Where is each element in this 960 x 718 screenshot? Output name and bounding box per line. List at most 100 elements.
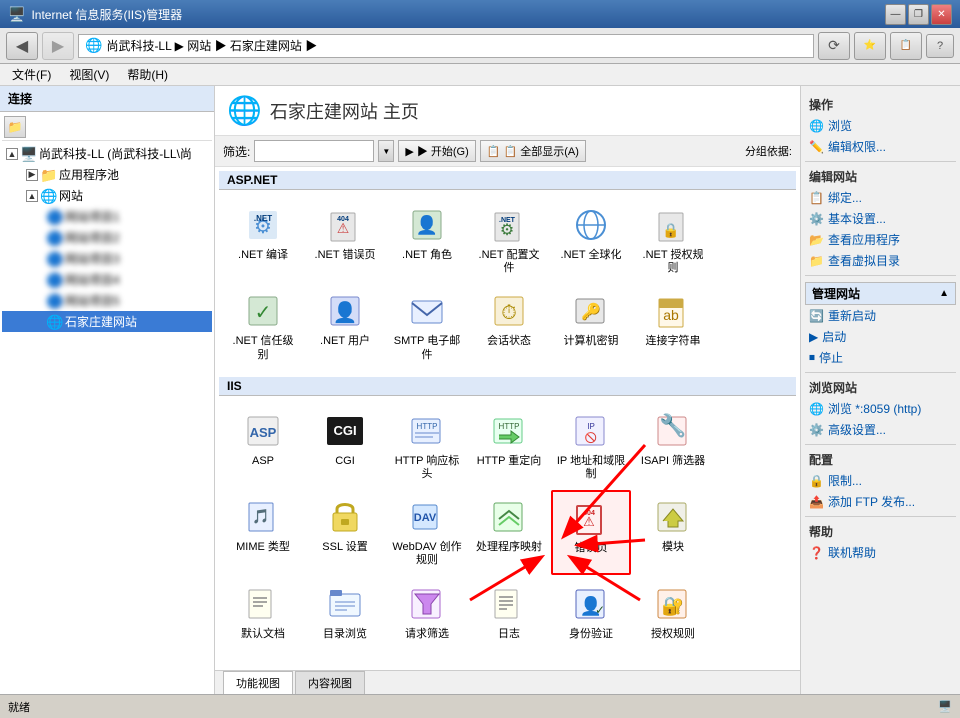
address-path: 尚武科技-LL ▶ 网站 ▶ 石家庄建网站 ▶ xyxy=(106,37,317,54)
icon-net-global[interactable]: .NET 全球化 xyxy=(551,198,631,282)
icon-session[interactable]: ⏱ 会话状态 xyxy=(469,284,549,368)
root-expand[interactable]: ▲ xyxy=(6,148,18,160)
apppool-expand[interactable]: ▶ xyxy=(26,169,38,181)
site4-icon: 🔵 xyxy=(46,272,62,288)
menu-help[interactable]: 帮助(H) xyxy=(119,64,176,85)
icon-net-compile[interactable]: ⚙ .NET .NET 编译 xyxy=(223,198,303,282)
net-auth-label: .NET 授权规则 xyxy=(638,249,708,275)
svg-text:👤: 👤 xyxy=(416,214,438,235)
sidebar-item-site4[interactable]: 🔵 网站项目4 xyxy=(2,269,212,290)
action-view-vdir[interactable]: 📁 查看虚拟目录 xyxy=(805,250,956,271)
icon-net-auth[interactable]: 🔒 .NET 授权规则 xyxy=(633,198,713,282)
manage-collapse[interactable]: ▲ xyxy=(939,288,949,299)
view-vdir-label: 查看虚拟目录 xyxy=(828,252,900,269)
icon-handler[interactable]: 处理程序映射 xyxy=(469,490,549,574)
icon-http-redirect[interactable]: HTTP HTTP 重定向 xyxy=(469,404,549,488)
edit-site-title: 编辑网站 xyxy=(805,166,956,187)
icon-net-trust[interactable]: ✓ .NET 信任级别 xyxy=(223,284,303,368)
icon-net-user[interactable]: 👤 .NET 用户 xyxy=(305,284,385,368)
sidebar-item-root[interactable]: ▲ 🖥️ 尚武科技-LL (尚武科技-LL\尚 xyxy=(2,143,212,164)
icon-ip-restrict[interactable]: IP 🚫 IP 地址和域限制 xyxy=(551,404,631,488)
ip-restrict-label: IP 地址和域限制 xyxy=(556,455,626,481)
restore-button[interactable]: ❐ xyxy=(908,4,929,25)
minimize-button[interactable]: — xyxy=(885,4,906,25)
icon-asp[interactable]: ASP ASP xyxy=(223,404,303,488)
tab-feature-view[interactable]: 功能视图 xyxy=(223,671,293,694)
icon-connstring[interactable]: ab 连接字符串 xyxy=(633,284,713,368)
sidebar-item-site2[interactable]: 🔵 网站项目2 xyxy=(2,227,212,248)
sites-expand[interactable]: ▲ xyxy=(26,190,38,202)
icon-req-filter[interactable]: 请求筛选 xyxy=(387,577,467,648)
sidebar-item-site5[interactable]: 🔵 网站项目5 xyxy=(2,290,212,311)
close-button[interactable]: ✕ xyxy=(931,4,952,25)
menu-file[interactable]: 文件(F) xyxy=(4,64,59,85)
actions-title: 操作 xyxy=(805,94,956,115)
start-button[interactable]: ▶ ▶ 开始(G) xyxy=(398,140,475,162)
favorites-button[interactable]: ⭐ xyxy=(854,32,886,60)
icon-ssl[interactable]: SSL 设置 xyxy=(305,490,385,574)
http-header-icon: HTTP xyxy=(407,411,447,451)
default-doc-label: 默认文档 xyxy=(241,628,285,641)
icon-http-header[interactable]: HTTP HTTP 响应标头 xyxy=(387,404,467,488)
icon-authz[interactable]: 🔐 授权规则 xyxy=(633,577,713,648)
sidebar-item-site1[interactable]: 🔵 网站项目1 xyxy=(2,206,212,227)
sidebar-item-apppool[interactable]: ▶ 📁 应用程序池 xyxy=(2,164,212,185)
icon-error-page[interactable]: ⚠ 404 错误页 xyxy=(551,490,631,574)
icon-mime[interactable]: 🎵 MIME 类型 xyxy=(223,490,303,574)
icons-area: ASP.NET ⚙ .NET .NET 编译 xyxy=(215,167,800,670)
action-browse[interactable]: 🌐 浏览 xyxy=(805,115,956,136)
action-limit[interactable]: 🔒 限制... xyxy=(805,470,956,491)
asp-icon: ASP xyxy=(243,411,283,451)
icon-modules[interactable]: 模块 xyxy=(633,490,713,574)
ssl-icon xyxy=(325,497,365,537)
icon-net-config[interactable]: ⚙ .NET .NET 配置文件 xyxy=(469,198,549,282)
icon-webdav[interactable]: DAV WebDAV 创作规则 xyxy=(387,490,467,574)
action-online-help[interactable]: ❓ 联机帮助 xyxy=(805,542,956,563)
net-trust-label: .NET 信任级别 xyxy=(228,335,298,361)
sidebar-item-sites[interactable]: ▲ 🌐 网站 xyxy=(2,185,212,206)
sidebar-item-site3[interactable]: 🔵 网站项目3 xyxy=(2,248,212,269)
icon-isapi[interactable]: 🔧 ISAPI 筛选器 xyxy=(633,404,713,488)
action-advanced[interactable]: ⚙️ 高级设置... xyxy=(805,419,956,440)
icon-authn[interactable]: 👤 ✓ 身份验证 xyxy=(551,577,631,648)
filter-bar: 筛选: ▼ ▶ ▶ 开始(G) 📋 📋 全部显示(A) 分组依据: xyxy=(215,136,800,167)
icon-default-doc[interactable]: 默认文档 xyxy=(223,577,303,648)
sidebar-item-sjz[interactable]: 🌐 石家庄建网站 xyxy=(2,311,212,332)
edit-perms-label: 编辑权限... xyxy=(828,138,886,155)
help-address-button[interactable]: ? xyxy=(926,34,954,58)
filter-input[interactable] xyxy=(254,140,374,162)
action-stop[interactable]: ⏹ 停止 xyxy=(805,347,956,368)
divider1 xyxy=(805,161,956,162)
sidebar-new-btn[interactable]: 📁 xyxy=(4,116,26,138)
edit-perms-icon: ✏️ xyxy=(809,140,824,154)
show-all-button[interactable]: 📋 📋 全部显示(A) xyxy=(480,140,586,162)
action-ftp[interactable]: 📤 添加 FTP 发布... xyxy=(805,491,956,512)
menu-view[interactable]: 视图(V) xyxy=(61,64,117,85)
refresh-button[interactable]: ⟳ xyxy=(818,32,850,60)
address-box: 🌐 尚武科技-LL ▶ 网站 ▶ 石家庄建网站 ▶ xyxy=(78,34,814,58)
icon-extra2[interactable]: 目录浏览 xyxy=(305,660,385,670)
forward-button[interactable]: ▶ xyxy=(42,32,74,60)
site3-icon: 🔵 xyxy=(46,251,62,267)
action-restart[interactable]: 🔄 重新启动 xyxy=(805,305,956,326)
filter-dropdown[interactable]: ▼ xyxy=(378,140,394,162)
icon-machinekey[interactable]: 🔑 计算机密钥 xyxy=(551,284,631,368)
action-basic-settings[interactable]: ⚙️ 基本设置... xyxy=(805,208,956,229)
icon-smtp[interactable]: SMTP 电子邮件 xyxy=(387,284,467,368)
history-button[interactable]: 📋 xyxy=(890,32,922,60)
icon-cgi[interactable]: CGI CGI xyxy=(305,404,385,488)
tab-content-view[interactable]: 内容视图 xyxy=(295,671,365,694)
action-view-apps[interactable]: 📂 查看应用程序 xyxy=(805,229,956,250)
action-start[interactable]: ▶ 启动 xyxy=(805,326,956,347)
action-edit-perms[interactable]: ✏️ 编辑权限... xyxy=(805,136,956,157)
svg-text:🔑: 🔑 xyxy=(581,302,601,321)
icon-logging[interactable]: 日志 xyxy=(469,577,549,648)
authn-label: 身份验证 xyxy=(569,628,613,641)
back-button[interactable]: ◀ xyxy=(6,32,38,60)
action-binding[interactable]: 📋 绑定... xyxy=(805,187,956,208)
action-browse-8059[interactable]: 🌐 浏览 *:8059 (http) xyxy=(805,398,956,419)
icon-net-error[interactable]: ⚠ 404 .NET 错误页 xyxy=(305,198,385,282)
icon-net-role[interactable]: 👤 .NET 角色 xyxy=(387,198,467,282)
icon-extra1[interactable]: 默认文档 xyxy=(223,660,303,670)
icon-dir-browse[interactable]: 目录浏览 xyxy=(305,577,385,648)
